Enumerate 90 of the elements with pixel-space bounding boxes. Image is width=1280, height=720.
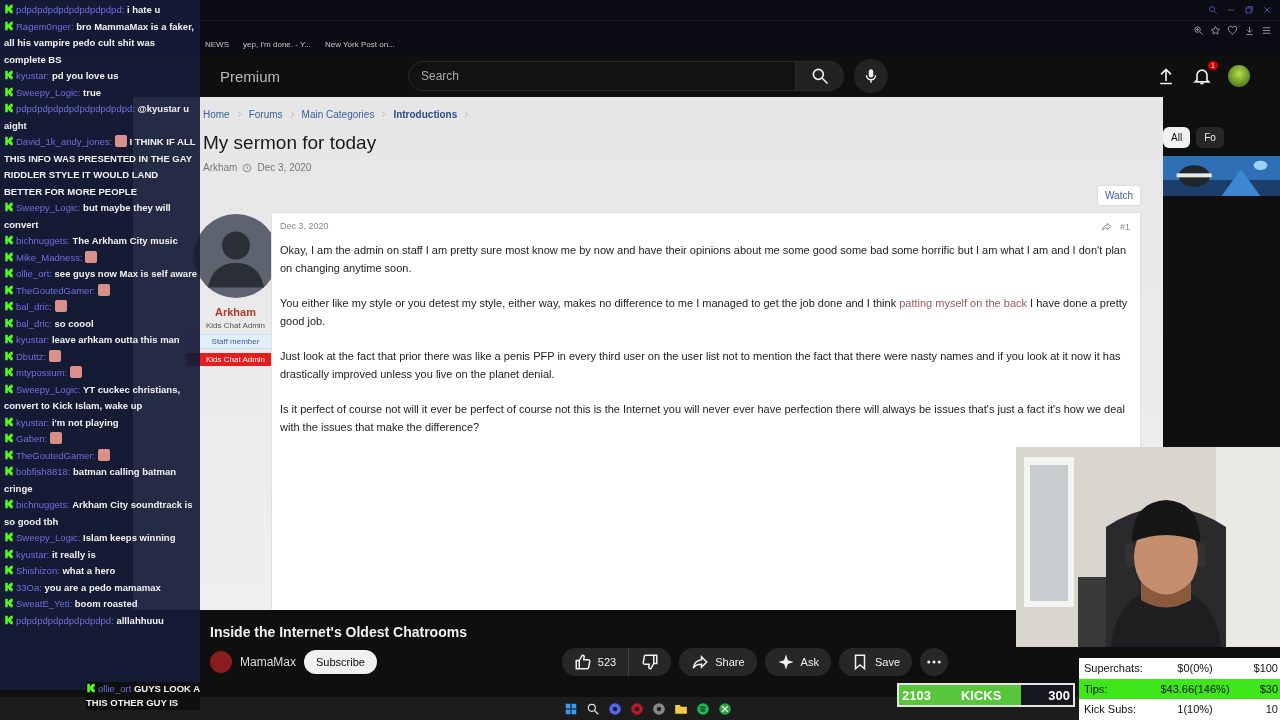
breadcrumb-link[interactable]: Home: [203, 109, 230, 120]
microphone-button[interactable]: [854, 59, 888, 93]
user-title: Kids Chat Admin: [205, 321, 266, 330]
post-date: Dec 3, 2020: [280, 221, 329, 232]
download-icon[interactable]: [1244, 24, 1255, 36]
account-avatar[interactable]: [1228, 65, 1250, 87]
goal-amount: $100: [1252, 662, 1278, 675]
video-title: Inside the Internet's Oldest Chatrooms: [210, 624, 468, 640]
post-paragraph: Okay, I am the admin on staff I am pretty sure most know me by now and have their opinions about me some good some bad some horrific but I am what I am and I don't plan on changing anytime soon.: [280, 243, 1128, 276]
chat-message: SweatE_Yeti: boom roasted: [4, 596, 198, 613]
chevron-right-icon: [463, 111, 471, 118]
chevron-right-icon: [235, 111, 243, 118]
chat-message: 33Oa: you are a pedo mamamax: [4, 579, 198, 596]
chat-message: ollie_ort GUYS LOOK A THIS OTHER GUY IS: [86, 682, 200, 710]
author-name[interactable]: Arkham: [215, 306, 256, 318]
save-button[interactable]: Save: [838, 648, 912, 676]
breadcrumb-link[interactable]: Main Categories: [301, 109, 375, 120]
filter-chip[interactable]: Fo: [1196, 127, 1224, 148]
chat-message: bichnuggets: The Arkham City music: [4, 233, 198, 250]
breadcrumb-link[interactable]: Forums: [248, 109, 283, 120]
bell-icon[interactable]: [1192, 66, 1212, 86]
logo-text[interactable]: Premium: [220, 67, 408, 85]
star-icon[interactable]: [1210, 24, 1221, 36]
goal-progress: $43.66(146%): [1159, 682, 1231, 695]
chat-message: pdpdpdpdpdpdpdpdpd: alllahhuuu: [4, 612, 198, 629]
watch-button[interactable]: Watch: [1097, 185, 1141, 206]
chat-message: kyustar: pd you love us: [4, 68, 198, 85]
goal-progress: 1(10%): [1176, 703, 1214, 716]
goal-label: KICKS: [960, 687, 1002, 703]
ask-button[interactable]: Ask: [764, 648, 831, 676]
chat-message: Sweepy_Logic: true: [4, 84, 198, 101]
chat-message: Mike_Madness:: [4, 249, 198, 266]
goal-amount: $30: [1258, 682, 1278, 695]
goal-count: 2103: [902, 687, 931, 703]
thread-title: My sermon for today: [203, 132, 378, 154]
share-button[interactable]: Share: [679, 648, 757, 676]
music-app-icon[interactable]: [696, 701, 710, 716]
chat-message: Shishizon: what a hero: [4, 563, 198, 580]
chat-message: TheGoutedGamer:: [4, 282, 198, 299]
channel-name[interactable]: MamaMax: [240, 655, 296, 669]
search-icon[interactable]: [586, 701, 600, 716]
thumbs-up-icon[interactable]: [573, 653, 592, 671]
bookmark-link[interactable]: yep, I'm done. - Y...: [243, 39, 311, 49]
chat-message: kyustar: it really is: [4, 546, 198, 563]
chat-message: bal_dric:: [4, 299, 198, 316]
search-button[interactable]: [796, 61, 844, 91]
thumbs-down-icon[interactable]: [641, 653, 660, 671]
chat-message: Sweepy_Logic: Islam keeps winning: [4, 530, 198, 547]
chat-message: pdpdpdpdpdpdpdpdpdpdpd: @kyustar u aight: [4, 101, 198, 134]
xbox-icon[interactable]: [718, 701, 732, 716]
chevron-right-icon: [380, 111, 388, 118]
chat-message: Gaben:: [4, 431, 198, 448]
text-link[interactable]: patting myself on the back: [899, 297, 1027, 309]
chat-message: bal_dric: so coool: [4, 315, 198, 332]
chat-message: TheGoutedGamer:: [4, 447, 198, 464]
goal-amount: 10: [1264, 703, 1278, 716]
chat-message: bobfish8818: batman calling batman cringe: [4, 464, 198, 497]
bookmark-link[interactable]: New York Post on...: [324, 39, 395, 49]
chat-message: pdpdpdpdpdpdpdpdpdpd: i hate u: [4, 2, 198, 19]
clock-icon: [242, 162, 253, 173]
zoom-icon[interactable]: [1193, 24, 1204, 36]
more-button[interactable]: [920, 648, 948, 676]
dislike-button[interactable]: [628, 648, 672, 676]
chat-message: Sweepy_Logic: but maybe they will convert: [4, 200, 198, 233]
bookmark-link[interactable]: NEWS: [205, 39, 229, 49]
chat-message: ollie_ort: see guys now Max is self aware: [4, 266, 198, 283]
close-icon[interactable]: [1262, 5, 1272, 15]
goal-name: Superchats:: [1084, 662, 1144, 675]
goal-name: Kick Subs:: [1084, 703, 1137, 716]
filter-chip[interactable]: All: [1163, 127, 1191, 148]
post-paragraph: Is it perfect of course not will it ever be perfect of course not this is the Internet you will never ever have perfection there will always be issues that's just a fact it's how we deal with the issues that make the difference?: [280, 402, 1126, 435]
subscribe-button[interactable]: Subscribe: [304, 650, 377, 674]
menu-icon[interactable]: [1261, 24, 1272, 36]
breadcrumb-link[interactable]: Introductions: [393, 109, 458, 120]
chat-message: mtypossum:: [4, 365, 198, 382]
goal-name: Tips:: [1084, 682, 1109, 695]
ring-app-icon[interactable]: [630, 701, 644, 716]
search-field[interactable]: Search: [408, 61, 796, 91]
chat-message: bichnuggets: Arkham City soundtrack is so good tbh: [4, 497, 198, 530]
author-name[interactable]: Arkham: [203, 162, 238, 173]
thread-date: Dec 3, 2020: [257, 162, 312, 173]
share-icon[interactable]: [691, 653, 710, 671]
post-number-link[interactable]: #1: [1120, 221, 1130, 232]
post-paragraph: You either like my style or you detest my style, either way, makes no difference to me I managed to get the job done and I think patting myself on the back I have done a pretty good job.: [280, 296, 1129, 329]
goal-progress: $0(0%): [1176, 662, 1214, 675]
chat-message: kyustar: i'm not playing: [4, 414, 198, 431]
chevron-right-icon: [288, 111, 296, 118]
goal-target: 300: [1048, 687, 1070, 703]
windows-icon[interactable]: [564, 701, 578, 716]
heart-icon[interactable]: [1227, 24, 1238, 36]
